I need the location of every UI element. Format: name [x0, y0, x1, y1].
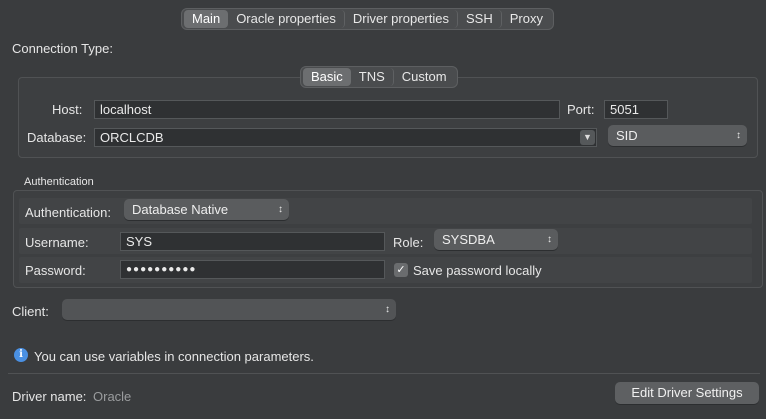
authentication-section-title: Authentication [24, 176, 94, 188]
password-label: Password: [25, 263, 86, 278]
updown-chevron-icon: ↕ [736, 130, 741, 141]
role-select[interactable]: SYSDBA ↕ [434, 229, 558, 250]
top-tab-bar: Main Oracle properties Driver properties… [181, 8, 554, 30]
updown-chevron-icon: ↕ [385, 304, 390, 315]
updown-chevron-icon: ↕ [547, 234, 552, 245]
tab-proxy[interactable]: Proxy [502, 10, 551, 28]
tab-ssh[interactable]: SSH [458, 10, 502, 28]
footer-divider [8, 373, 760, 374]
tab-basic[interactable]: Basic [303, 68, 351, 86]
authentication-value: Database Native [132, 202, 229, 217]
client-select[interactable]: ↕ [62, 299, 396, 320]
tab-tns[interactable]: TNS [351, 68, 394, 86]
username-input[interactable]: SYS [120, 232, 385, 251]
tab-main[interactable]: Main [184, 10, 229, 28]
connection-type-label: Connection Type: [12, 41, 113, 56]
sid-select[interactable]: SID ↕ [608, 125, 747, 146]
role-value: SYSDBA [442, 232, 495, 247]
role-label: Role: [393, 235, 424, 250]
edit-driver-settings-button[interactable]: Edit Driver Settings [615, 382, 759, 404]
authentication-select[interactable]: Database Native ↕ [124, 199, 289, 220]
tab-oracle-properties[interactable]: Oracle properties [228, 10, 345, 28]
save-password-label[interactable]: Save password locally [413, 263, 542, 278]
database-label: Database: [27, 130, 87, 145]
password-input[interactable]: ●●●●●●●●●● [120, 260, 385, 279]
info-icon: i [14, 348, 28, 362]
save-password-checkbox[interactable]: ✓ [394, 263, 408, 277]
database-value: ORCLCDB [100, 130, 164, 145]
host-label: Host: [52, 102, 83, 117]
tab-custom[interactable]: Custom [394, 68, 455, 86]
driver-name-value: Oracle [93, 389, 132, 404]
username-label: Username: [25, 235, 89, 250]
client-label: Client: [12, 304, 49, 319]
database-combo[interactable]: ORCLCDB ▼ [94, 128, 597, 147]
port-input[interactable]: 5051 [604, 100, 668, 119]
variables-info-text: You can use variables in connection para… [34, 349, 314, 364]
authentication-label: Authentication: [25, 205, 112, 220]
port-label: Port: [567, 102, 595, 117]
updown-chevron-icon: ↕ [278, 204, 283, 215]
chevron-down-icon[interactable]: ▼ [580, 130, 595, 145]
tab-driver-properties[interactable]: Driver properties [345, 10, 458, 28]
sid-value: SID [616, 128, 638, 143]
host-input[interactable]: localhost [94, 100, 560, 119]
driver-name-label: Driver name: [12, 389, 87, 404]
connection-type-tab-bar: Basic TNS Custom [300, 66, 458, 88]
